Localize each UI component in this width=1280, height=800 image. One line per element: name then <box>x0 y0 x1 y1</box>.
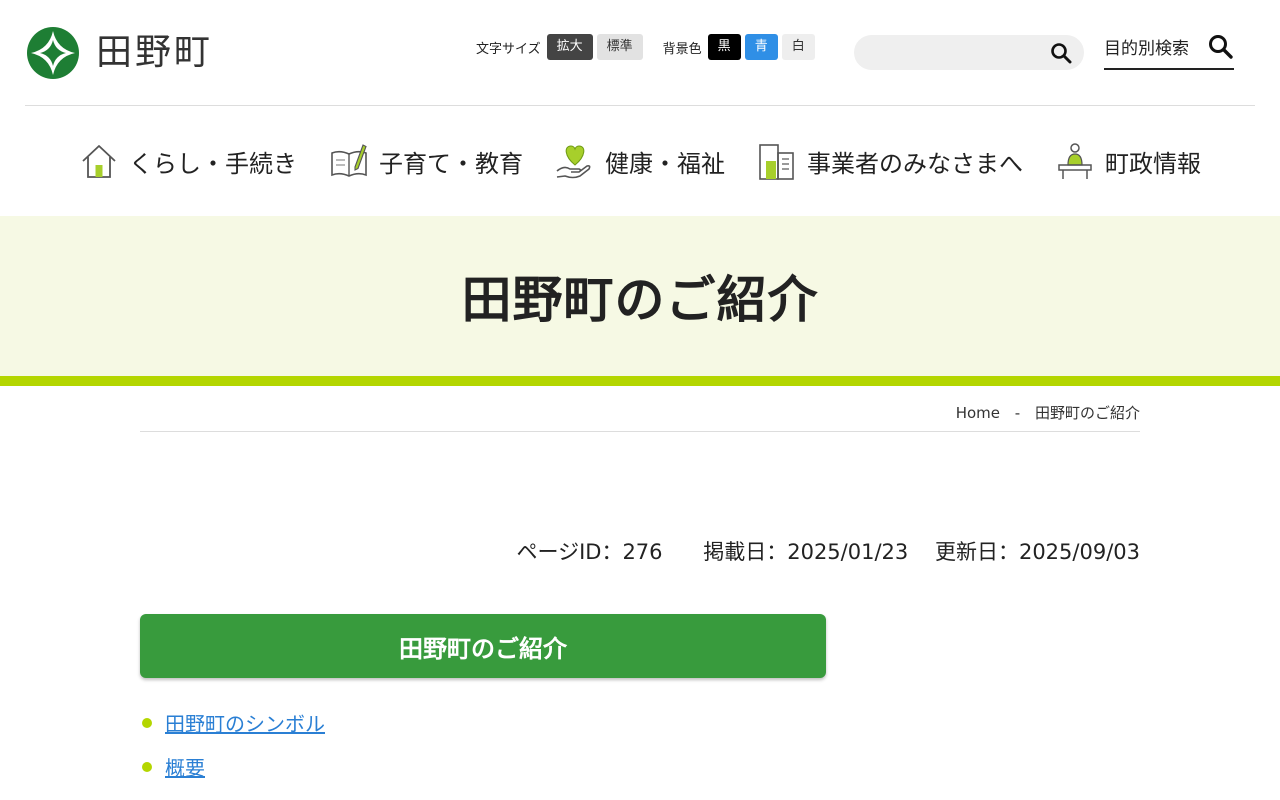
search-icon <box>1209 35 1233 59</box>
page-title: 田野町のご紹介 <box>461 271 819 329</box>
page-id: ページID：276 <box>516 540 663 564</box>
section-heading: 田野町のご紹介 <box>140 614 826 678</box>
gnav-label: 子育て・教育 <box>379 149 523 178</box>
gnav-label: くらし・手続き <box>129 149 297 178</box>
podium-speaker-icon <box>1058 143 1092 179</box>
gnav-item-town-administration[interactable]: 町政情報 <box>1055 141 1201 181</box>
gnav-item-health-welfare[interactable]: 健康・福祉 <box>555 141 725 181</box>
page-title-band: 田野町のご紹介 <box>0 216 1280 376</box>
list-item: 田野町のシンボル <box>140 712 1140 736</box>
site-header: 田野町 文字サイズ 拡大 標準 背景色 黒 青 白 目的別検索 <box>0 0 1280 106</box>
heart-hand-icon <box>556 145 591 179</box>
breadcrumb: Home - 田野町のご紹介 <box>140 386 1140 432</box>
site-name: 田野町 <box>96 32 214 73</box>
purpose-search-label: 目的別検索 <box>1104 39 1189 59</box>
bg-blue-button[interactable]: 青 <box>744 34 778 60</box>
purpose-search-button[interactable]: 目的別検索 <box>1104 32 1234 70</box>
site-search <box>854 35 1084 70</box>
link-overview[interactable]: 概要 <box>165 756 205 780</box>
gnav-item-business[interactable]: 事業者のみなさまへ <box>757 141 1023 181</box>
breadcrumb-home-link[interactable]: Home <box>956 404 1000 422</box>
list-item: 概要 <box>140 756 1140 780</box>
site-logo-link[interactable]: 田野町 <box>26 26 213 80</box>
link-town-symbols[interactable]: 田野町のシンボル <box>165 712 325 736</box>
bg-black-button[interactable]: 黒 <box>707 34 741 60</box>
gnav-label: 健康・福祉 <box>605 149 725 178</box>
section-link-list: 田野町のシンボル 概要 <box>140 712 1140 780</box>
gnav-item-living[interactable]: くらし・手続き <box>79 141 297 181</box>
font-size-label: 文字サイズ <box>476 41 541 57</box>
page-meta: ページID：276 掲載日：2025/01/23 更新日：2025/09/03 <box>140 536 1141 566</box>
accessibility-tools: 文字サイズ 拡大 標準 背景色 黒 青 白 <box>476 34 819 60</box>
bg-white-button[interactable]: 白 <box>781 34 815 60</box>
book-pencil-icon <box>331 144 367 177</box>
town-emblem-icon <box>27 27 79 79</box>
search-input[interactable] <box>868 41 1042 65</box>
breadcrumb-separator: - <box>1014 404 1021 422</box>
global-nav: くらし・手続き 子育て・教育 健康・福祉 事業者のみなさまへ 町政情報 <box>0 106 1280 216</box>
gnav-label: 町政情報 <box>1105 149 1201 178</box>
buildings-icon <box>759 144 794 180</box>
house-icon <box>82 145 116 178</box>
breadcrumb-current: 田野町のご紹介 <box>1034 404 1140 422</box>
main-content: Home - 田野町のご紹介 ページID：276 掲載日：2025/01/23 … <box>140 386 1140 780</box>
accent-bar <box>0 376 1280 386</box>
updated-date: 更新日：2025/09/03 <box>934 540 1140 564</box>
header-divider <box>25 105 1255 106</box>
font-standard-button[interactable]: 標準 <box>596 34 643 60</box>
font-large-button[interactable]: 拡大 <box>546 34 593 60</box>
gnav-item-childcare-education[interactable]: 子育て・教育 <box>329 141 523 181</box>
search-icon[interactable] <box>1050 42 1072 64</box>
bg-color-label: 背景色 <box>662 41 702 57</box>
gnav-label: 事業者のみなさまへ <box>807 149 1023 178</box>
posted-date: 掲載日：2025/01/23 <box>703 540 909 564</box>
